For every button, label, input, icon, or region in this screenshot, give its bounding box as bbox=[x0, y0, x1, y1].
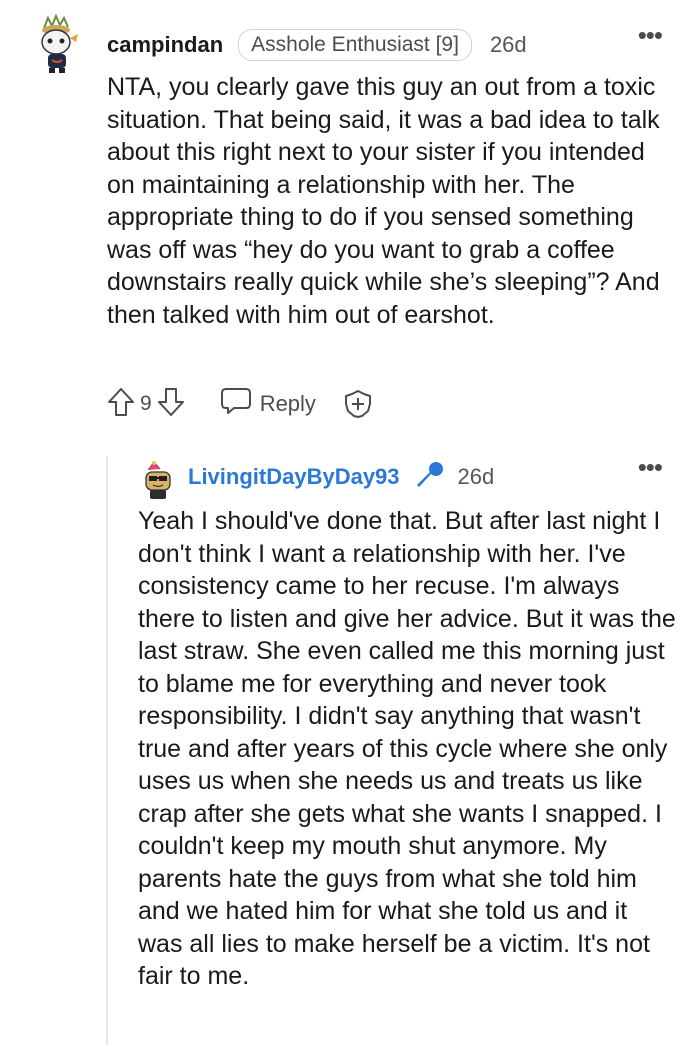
upvote-icon[interactable] bbox=[106, 386, 136, 423]
award-icon[interactable] bbox=[342, 388, 374, 420]
comment-body: NTA, you clearly gave this guy an out fr… bbox=[107, 73, 660, 329]
more-options-icon[interactable]: ••• bbox=[638, 22, 663, 48]
comment-actions: 9 Reply bbox=[106, 386, 374, 422]
reply-user-avatar[interactable] bbox=[140, 460, 176, 500]
reply-icon bbox=[220, 386, 252, 422]
comment-age: 26d bbox=[489, 32, 527, 57]
thread-line[interactable] bbox=[106, 456, 108, 1045]
reply-username[interactable]: LivingitDayByDay93 bbox=[188, 464, 400, 490]
reply-label: Reply bbox=[259, 391, 316, 416]
reply-age: 26d bbox=[457, 464, 495, 489]
reply-body: Yeah I should've done that. But after la… bbox=[138, 507, 676, 990]
reply-button[interactable]: Reply bbox=[220, 386, 316, 422]
username[interactable]: campindan bbox=[107, 32, 223, 58]
reply-header: LivingitDayByDay93 26d bbox=[188, 461, 495, 492]
comment-header: campindan Asshole Enthusiast [9] 26d bbox=[107, 29, 527, 61]
microphone-icon bbox=[414, 459, 446, 496]
downvote-icon[interactable] bbox=[156, 386, 186, 423]
vote-count: 9 bbox=[140, 392, 152, 415]
user-flair: Asshole Enthusiast [9] bbox=[238, 29, 472, 61]
user-avatar[interactable] bbox=[34, 13, 82, 76]
more-options-icon[interactable]: ••• bbox=[638, 454, 663, 480]
